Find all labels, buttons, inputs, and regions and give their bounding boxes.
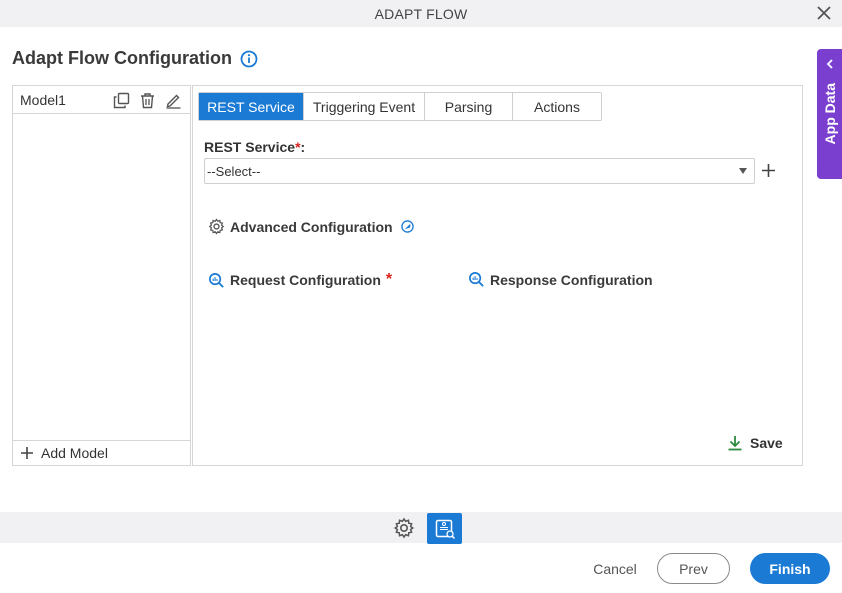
tab-parsing[interactable]: Parsing [425,93,513,120]
cancel-button[interactable]: Cancel [582,553,648,584]
title-bar: ADAPT FLOW [0,0,842,27]
response-configuration-label: Response Configuration [490,271,653,288]
window-title: ADAPT FLOW [374,5,468,22]
settings-gear-icon[interactable] [393,517,415,539]
advanced-configuration-link[interactable]: Advanced Configuration [208,218,414,235]
add-rest-service-icon[interactable] [761,163,776,178]
tab-triggering-event[interactable]: Triggering Event [304,93,425,120]
tab-rest-service[interactable]: REST Service [199,93,304,120]
adapt-flow-app-button[interactable] [427,513,462,544]
close-icon[interactable] [816,5,832,21]
edit-icon[interactable] [165,92,182,109]
info-icon[interactable] [240,50,258,68]
model-list-item[interactable]: Model1 [13,86,190,114]
save-label: Save [750,435,783,451]
response-configuration-link[interactable]: Response Configuration [468,271,653,288]
app-data-tab[interactable]: App Data [817,49,842,179]
model-name: Model1 [20,91,66,108]
rest-service-select[interactable]: --Select-- [204,158,755,184]
bottom-toolbar [0,512,842,543]
request-configuration-link[interactable]: Request Configuration * [208,271,392,289]
trash-icon[interactable] [139,92,156,109]
adapt-flow-icon [435,519,455,539]
finish-button[interactable]: Finish [750,553,830,584]
gear-icon [208,218,225,235]
tab-actions[interactable]: Actions [513,93,601,120]
page-title: Adapt Flow Configuration [12,48,232,68]
rest-service-label: REST Service*: [204,139,306,155]
model-actions [113,92,182,109]
save-button[interactable]: Save [727,435,783,451]
search-analytics-icon [209,272,224,288]
page-header: Adapt Flow Configuration [12,48,258,69]
required-mark: * [385,271,393,288]
copy-icon[interactable] [113,92,130,109]
prev-button[interactable]: Prev [657,553,730,584]
add-model-label: Add Model [41,445,108,461]
plus-icon [21,447,33,459]
model-panel: Model1 Add Model [12,85,191,466]
download-icon [728,436,742,451]
search-analytics-icon [469,272,484,287]
rest-service-value: --Select-- [207,163,261,179]
add-model-button[interactable]: Add Model [13,440,190,465]
chevron-left-icon [826,59,833,69]
caret-down-icon [739,168,747,174]
advanced-configuration-label: Advanced Configuration [230,218,393,235]
app-data-label: App Data [821,83,838,145]
advanced-config-badge-icon [400,220,414,233]
request-configuration-label: Request Configuration [230,272,381,288]
configuration-panel: REST Service Triggering Event Parsing Ac… [192,85,803,466]
tab-bar: REST Service Triggering Event Parsing Ac… [198,92,602,121]
